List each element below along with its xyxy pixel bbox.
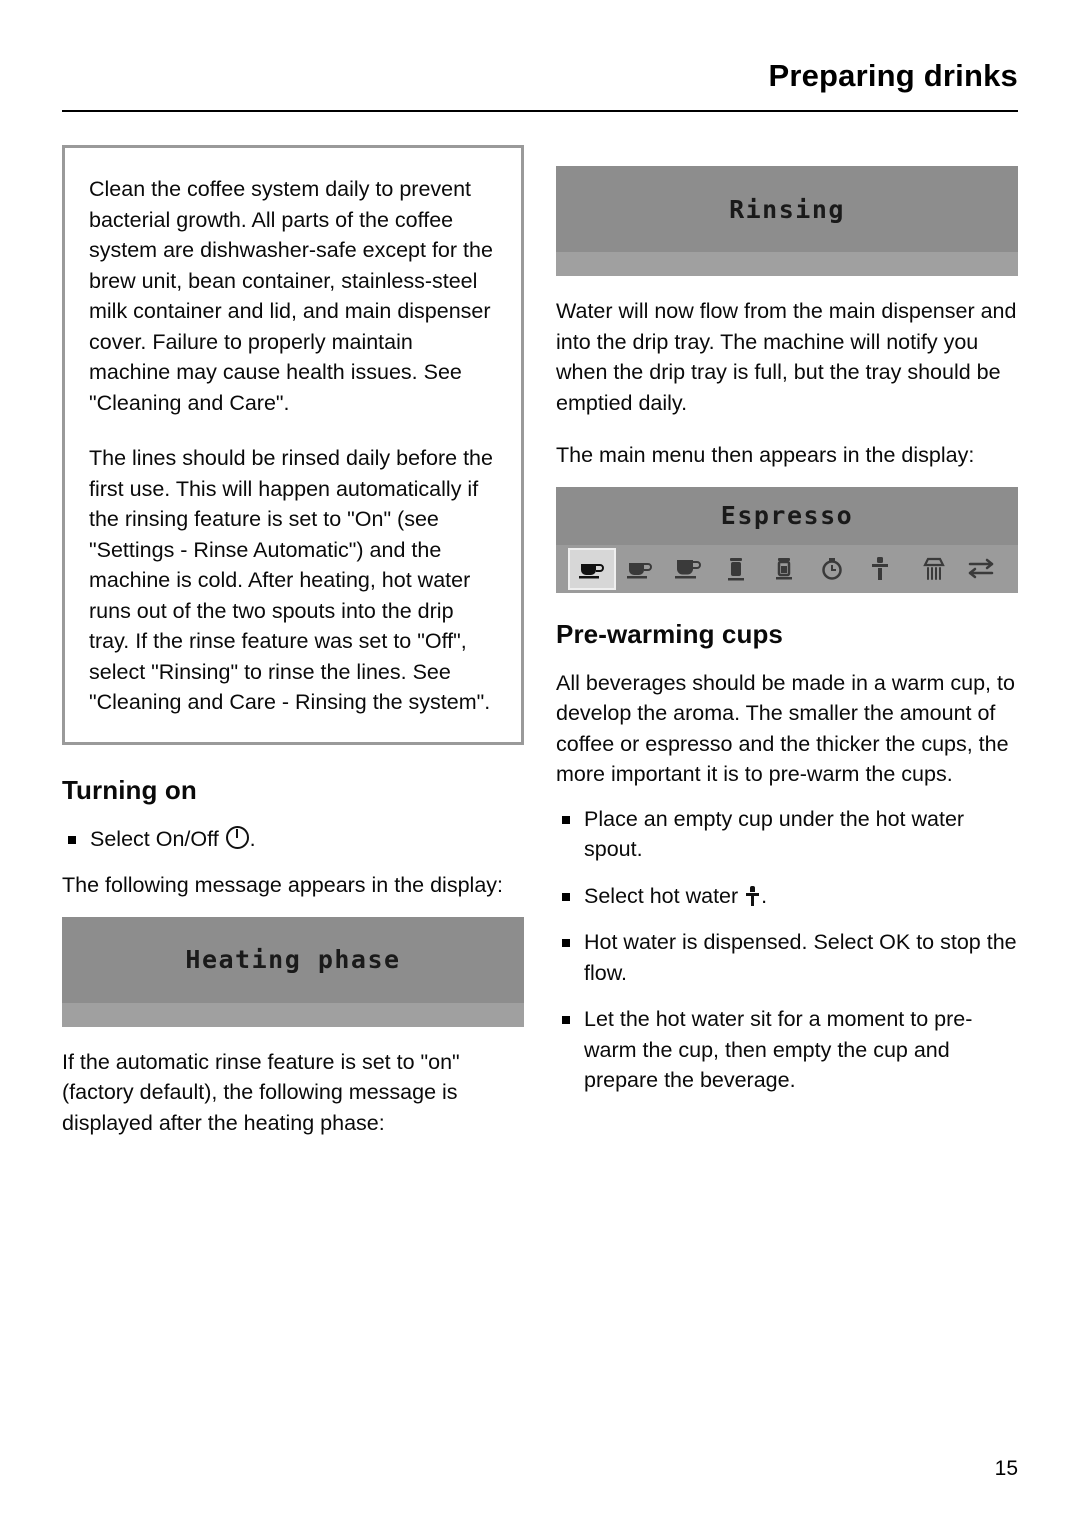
display-espresso-top: Espresso: [556, 486, 1018, 545]
display-rinsing: Rinsing: [556, 166, 1018, 276]
page-header-title: Preparing drinks: [768, 58, 1018, 93]
display-rinsing-bottom-bar: [556, 252, 1018, 276]
on-off-icon: [225, 825, 249, 849]
rinsing-paragraph-2: The main menu then appears in the displa…: [556, 443, 975, 467]
step-suffix: .: [249, 826, 256, 851]
heading-turning-on: Turning on: [62, 774, 197, 805]
heading-pre-warming-cups: Pre-warming cups: [556, 618, 783, 649]
display-espresso: Espresso: [556, 486, 1018, 593]
cappuccino-icon[interactable]: [712, 548, 760, 590]
rinse-shower-icon[interactable]: [910, 548, 958, 590]
turning-on-steps: Select On/Off .: [62, 824, 524, 855]
list-item: Let the hot water sit for a moment to pr…: [556, 1004, 1018, 1096]
display-heating-label: Heating phase: [185, 945, 401, 974]
display-icon-row: [556, 544, 1018, 593]
note-box: Clean the coffee system daily to prevent…: [62, 145, 524, 745]
hot-water-icon: [746, 885, 760, 906]
paragraph-after-bullet: The following message appears in the dis…: [62, 873, 504, 897]
pre-warming-paragraph: All beverages should be made in a warm c…: [556, 670, 1015, 787]
espresso-cup-icon[interactable]: [568, 547, 616, 590]
step-text: Select hot water: [584, 883, 745, 908]
list-item: Hot water is dispensed. Select OK to sto…: [556, 927, 1018, 988]
list-item: Select On/Off .: [62, 824, 524, 855]
document-page: Preparing drinks Clean the coffee system…: [0, 0, 1080, 1529]
page-number: 15: [994, 1457, 1018, 1480]
paragraph-after-display: If the automatic rinse feature is set to…: [62, 1049, 460, 1135]
display-rinsing-label: Rinsing: [729, 194, 845, 224]
long-coffee-icon[interactable]: [664, 548, 712, 590]
step-text: Select On/Off: [90, 826, 225, 851]
display-heating-phase: Heating phase: [62, 916, 524, 1027]
pre-warming-steps: Place an empty cup under the hot water s…: [556, 804, 1018, 1096]
display-heating-top: Heating phase: [62, 916, 524, 1003]
display-heating-bottom-bar: [62, 1002, 524, 1027]
left-column: Clean the coffee system daily to prevent…: [62, 145, 524, 1138]
latte-macchiato-icon[interactable]: [760, 548, 808, 590]
hot-water-icon[interactable]: [856, 548, 904, 590]
list-item: Place an empty cup under the hot water s…: [556, 804, 1018, 865]
display-espresso-label: Espresso: [720, 501, 854, 530]
list-item: Select hot water .: [556, 881, 1018, 912]
coffee-cup-icon[interactable]: [616, 548, 664, 590]
header-divider: [62, 110, 1018, 112]
note-paragraph-2: The lines should be rinsed daily before …: [89, 446, 493, 714]
step-suffix: .: [761, 883, 768, 908]
settings-sliders-icon[interactable]: [958, 548, 1006, 590]
display-rinsing-top: Rinsing: [556, 166, 1018, 252]
timer-icon[interactable]: [808, 548, 856, 590]
right-column: Rinsing Water will now flow from the mai…: [556, 150, 1018, 1112]
note-paragraph-1: Clean the coffee system daily to prevent…: [89, 177, 493, 415]
rinsing-paragraph-1: Water will now flow from the main dispen…: [556, 299, 1017, 415]
